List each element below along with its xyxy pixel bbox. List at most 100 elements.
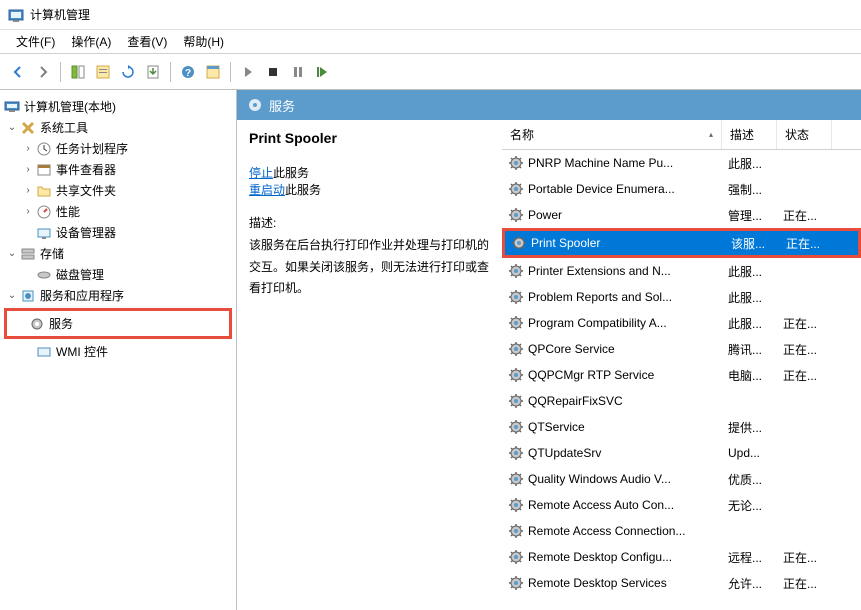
expand-icon[interactable]: › (20, 143, 36, 154)
list-header: 名称▴ 描述 状态 (502, 120, 861, 150)
header-desc[interactable]: 描述 (722, 120, 777, 149)
stop-link[interactable]: 停止 (249, 166, 273, 180)
service-row[interactable]: Quality Windows Audio V...优质... (502, 466, 861, 492)
content-panel: 服务 Print Spooler 停止此服务 重启动此服务 描述: 该服务在后台… (237, 90, 861, 610)
sort-asc-icon: ▴ (709, 130, 713, 139)
gear-icon (508, 315, 524, 331)
menu-view[interactable]: 查看(V) (119, 31, 175, 52)
service-name: Portable Device Enumera... (528, 182, 675, 196)
gear-icon (508, 263, 524, 279)
tree-performance[interactable]: › 性能 (4, 201, 232, 222)
collapse-icon[interactable]: ⌄ (4, 290, 20, 301)
tree-root[interactable]: 计算机管理(本地) (4, 96, 232, 117)
tree-label: 服务 (49, 315, 73, 332)
tree-storage[interactable]: ⌄ 存储 (4, 243, 232, 264)
expand-icon[interactable]: › (20, 206, 36, 217)
service-row[interactable]: Remote Desktop Services允许...正在... (502, 570, 861, 596)
expand-icon[interactable]: › (20, 185, 36, 196)
menu-action[interactable]: 操作(A) (63, 31, 119, 52)
collapse-icon[interactable]: ⌄ (4, 248, 20, 259)
app-icon (8, 7, 24, 23)
storage-icon (20, 246, 36, 262)
gear-icon (508, 367, 524, 383)
service-row[interactable]: Remote Desktop Configu...远程...正在... (502, 544, 861, 570)
gear-icon (508, 289, 524, 305)
service-row[interactable]: Printer Extensions and N...此服... (502, 258, 861, 284)
computer-icon (4, 99, 20, 115)
service-row[interactable]: QPCore Service腾讯...正在... (502, 336, 861, 362)
service-status: 正在... (777, 575, 832, 592)
header-name[interactable]: 名称▴ (502, 120, 722, 149)
service-desc: 提供... (722, 419, 777, 436)
service-row[interactable]: Remote Access Connection... (502, 518, 861, 544)
service-row[interactable]: Problem Reports and Sol... 此服... (502, 284, 861, 310)
service-row[interactable]: QTService提供... (502, 414, 861, 440)
toolbar-separator (170, 62, 171, 82)
service-desc: 此服... (722, 289, 777, 306)
tree-disk-management[interactable]: 磁盘管理 (4, 264, 232, 285)
folder-icon (36, 183, 52, 199)
service-row[interactable]: Portable Device Enumera... 强制... (502, 176, 861, 202)
forward-button[interactable] (31, 60, 55, 84)
tree-services[interactable]: 服务 (4, 308, 232, 339)
window-title: 计算机管理 (30, 6, 90, 23)
tree-label: 共享文件夹 (56, 182, 116, 199)
menu-help[interactable]: 帮助(H) (175, 31, 232, 52)
service-row[interactable]: Power管理...正在... (502, 202, 861, 228)
gear-icon (508, 445, 524, 461)
service-row[interactable]: Remote Access Auto Con...无论... (502, 492, 861, 518)
expand-icon[interactable]: › (20, 164, 36, 175)
service-desc: 腾讯... (722, 341, 777, 358)
service-desc: 优质... (722, 471, 777, 488)
gear-icon (508, 155, 524, 171)
tree-panel[interactable]: 计算机管理(本地) ⌄ 系统工具 › 任务计划程序 › 事件查看器 › 共享文件… (0, 90, 237, 610)
service-desc: 此服... (722, 315, 777, 332)
start-service-button[interactable] (236, 60, 260, 84)
tree-task-scheduler[interactable]: › 任务计划程序 (4, 138, 232, 159)
tree-device-manager[interactable]: 设备管理器 (4, 222, 232, 243)
service-status: 正在... (777, 549, 832, 566)
view-button[interactable] (201, 60, 225, 84)
tree-system-tools[interactable]: ⌄ 系统工具 (4, 117, 232, 138)
collapse-icon[interactable]: ⌄ (4, 122, 20, 133)
properties-button[interactable] (91, 60, 115, 84)
service-row[interactable]: PNRP Machine Name Pu...此服... (502, 150, 861, 176)
restart-link[interactable]: 重启动 (249, 183, 285, 197)
help-button[interactable]: ? (176, 60, 200, 84)
tree-shared-folders[interactable]: › 共享文件夹 (4, 180, 232, 201)
gear-icon (247, 97, 263, 113)
tree-wmi-control[interactable]: WMI 控件 (4, 341, 232, 362)
services-list[interactable]: 名称▴ 描述 状态 PNRP Machine Name Pu...此服...Po… (502, 120, 861, 610)
tree-services-apps[interactable]: ⌄ 服务和应用程序 (4, 285, 232, 306)
service-row[interactable]: Print Spooler该服...正在... (502, 228, 861, 258)
header-status[interactable]: 状态 (777, 120, 832, 149)
service-row[interactable]: QTUpdateSrvUpd... (502, 440, 861, 466)
detail-panel: Print Spooler 停止此服务 重启动此服务 描述: 该服务在后台执行打… (237, 120, 502, 610)
tree-label: 性能 (56, 203, 80, 220)
content-body: Print Spooler 停止此服务 重启动此服务 描述: 该服务在后台执行打… (237, 120, 861, 610)
service-desc: 管理... (722, 207, 777, 224)
tree-label: 服务和应用程序 (40, 287, 124, 304)
service-status: 正在... (777, 341, 832, 358)
service-name: Remote Desktop Configu... (528, 550, 672, 564)
service-row[interactable]: QQPCMgr RTP Service电脑...正在... (502, 362, 861, 388)
performance-icon (36, 204, 52, 220)
service-row[interactable]: QQRepairFixSVC (502, 388, 861, 414)
menu-file[interactable]: 文件(F) (8, 31, 63, 52)
service-name: Problem Reports and Sol... (528, 290, 672, 304)
gear-icon (29, 316, 45, 332)
service-row[interactable]: Program Compatibility A...此服...正在... (502, 310, 861, 336)
tree-label: 事件查看器 (56, 161, 116, 178)
pause-service-button[interactable] (286, 60, 310, 84)
desc-text: 该服务在后台执行打印作业并处理与打印机的交互。如果关闭该服务，则无法进行打印或查… (249, 235, 490, 300)
show-hide-button[interactable] (66, 60, 90, 84)
refresh-button[interactable] (116, 60, 140, 84)
tree-event-viewer[interactable]: › 事件查看器 (4, 159, 232, 180)
stop-service-button[interactable] (261, 60, 285, 84)
desc-label: 描述: (249, 214, 490, 231)
service-desc: 无论... (722, 497, 777, 514)
export-button[interactable] (141, 60, 165, 84)
service-desc: 强制... (722, 181, 777, 198)
back-button[interactable] (6, 60, 30, 84)
restart-service-button[interactable] (311, 60, 335, 84)
